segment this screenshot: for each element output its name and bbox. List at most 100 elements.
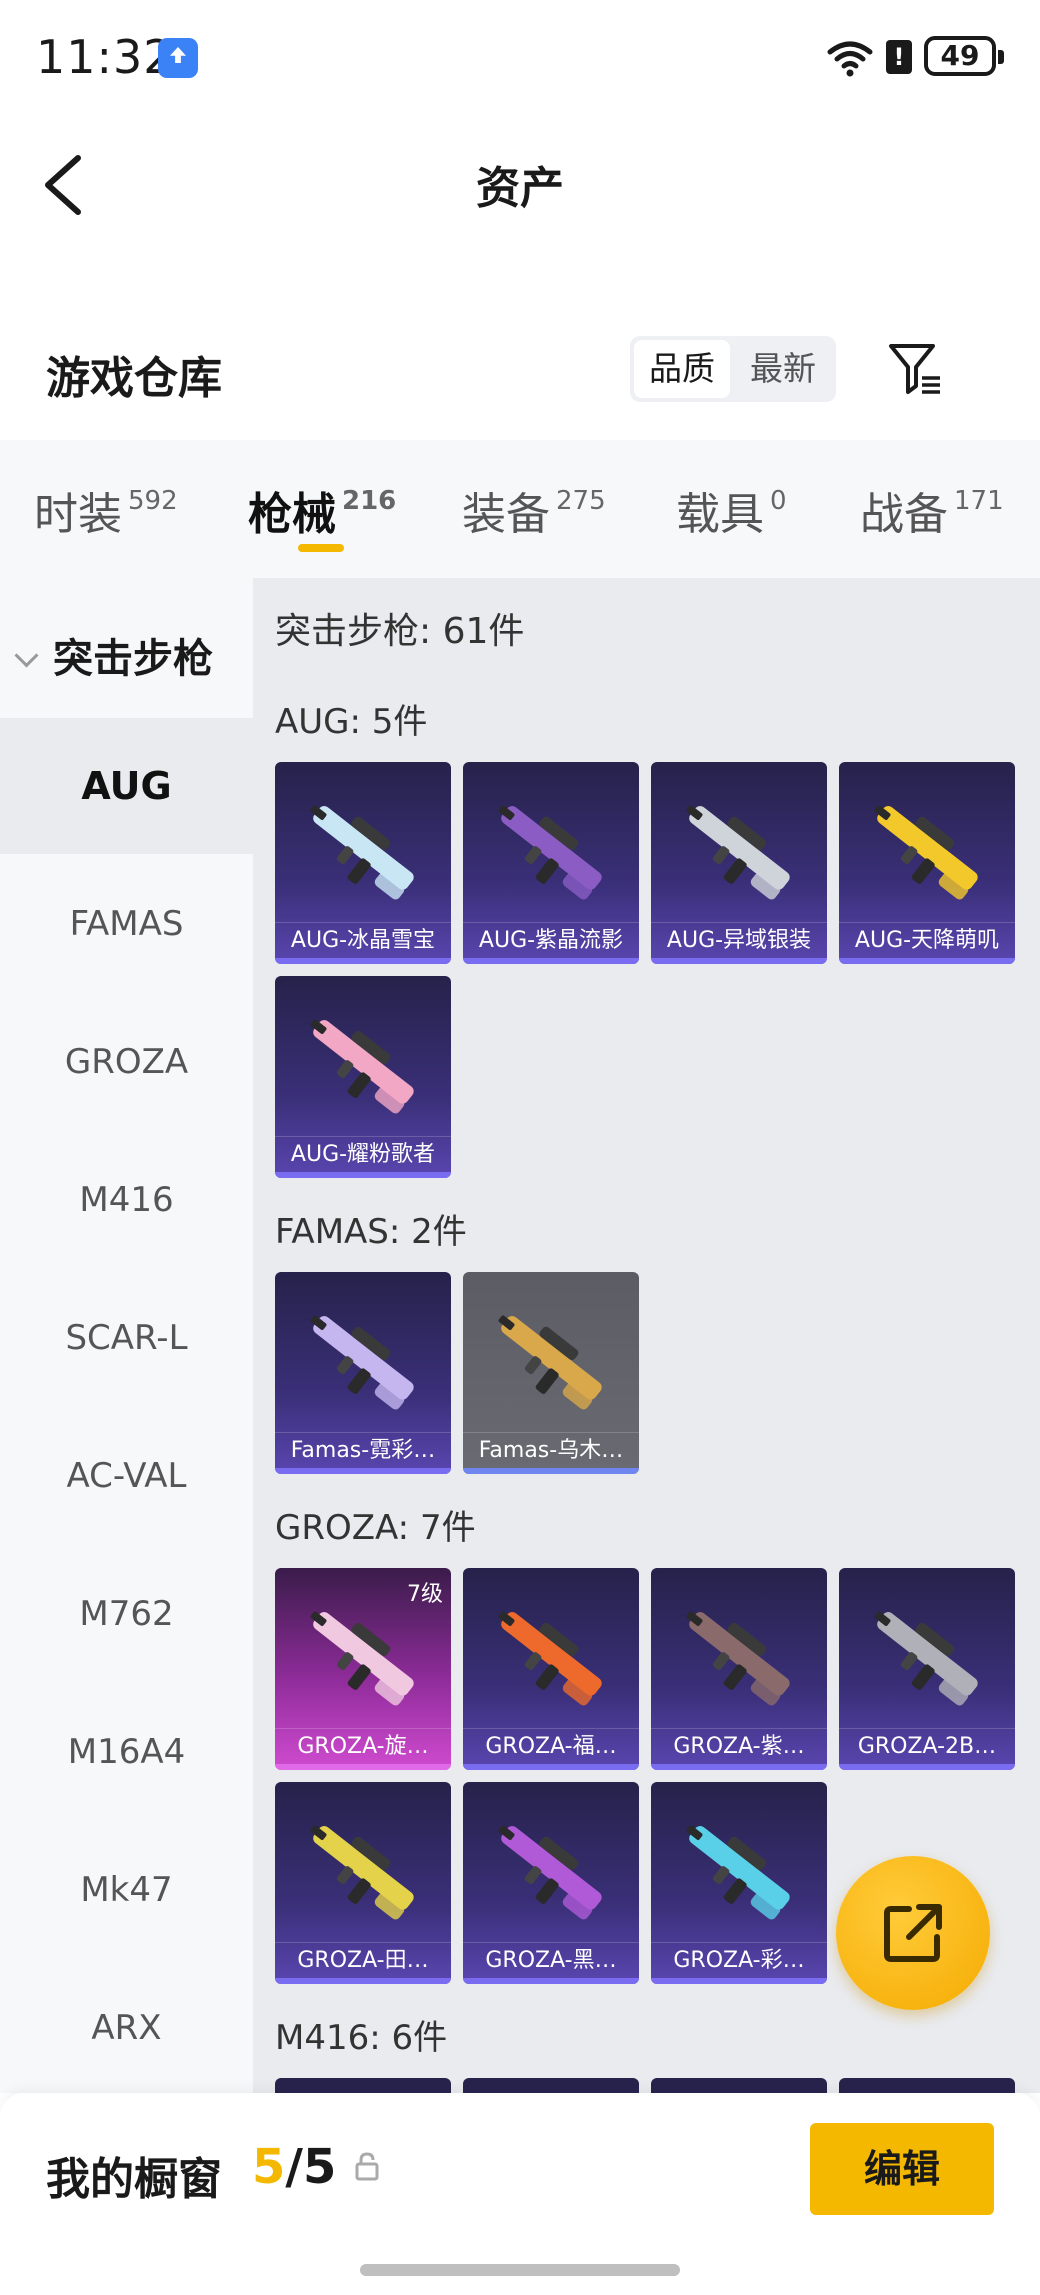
sort-quality-button[interactable]: 品质: [634, 340, 730, 398]
weapon-card-name: AUG-异域银装: [651, 922, 827, 958]
weapon-card[interactable]: AUG-异域银装: [651, 762, 827, 964]
sidebar-item-famas[interactable]: FAMAS: [0, 856, 253, 992]
sidebar-item-ac-val[interactable]: AC-VAL: [0, 1408, 253, 1544]
tab-supplies[interactable]: 战备 171: [860, 478, 1004, 542]
sort-latest-button[interactable]: 最新: [734, 340, 832, 398]
weapon-type-sidebar: 突击步枪 AUG FAMAS GROZA M416 SCAR-L AC-VAL …: [0, 578, 253, 2093]
section-title-groza: GROZA: 7件: [275, 1508, 476, 1548]
rarity-bar: [275, 1764, 451, 1770]
showcase-label: 我的橱窗: [46, 2154, 222, 2205]
sidebar-item-m416[interactable]: M416: [0, 1132, 253, 1268]
weapon-skin-image: [686, 1611, 790, 1706]
rarity-bar: [275, 1172, 451, 1178]
weapon-card[interactable]: Famas-乌木…: [463, 1272, 639, 1474]
weapon-card[interactable]: AUG-紫晶流影: [463, 762, 639, 964]
weapon-card-name: GROZA-2B…: [839, 1728, 1015, 1764]
sidebar-item-scar-l[interactable]: SCAR-L: [0, 1270, 253, 1406]
weapon-card[interactable]: AUG-天降萌叽: [839, 762, 1015, 964]
status-bar: 11:32 49: [0, 0, 1040, 120]
weapon-skin-image: [498, 1825, 602, 1920]
rarity-bar: [839, 958, 1015, 964]
rarity-bar: [463, 1764, 639, 1770]
warehouse-title: 游戏仓库: [46, 353, 222, 404]
tab-guns[interactable]: 枪械 216: [248, 478, 396, 542]
home-indicator: [360, 2264, 680, 2276]
rarity-bar: [651, 1978, 827, 1984]
weapon-card-name: AUG-耀粉歌者: [275, 1136, 451, 1172]
weapon-card-name: AUG-紫晶流影: [463, 922, 639, 958]
weapon-card-name: GROZA-田…: [275, 1942, 451, 1978]
section-title-famas: FAMAS: 2件: [275, 1212, 467, 1252]
filter-icon[interactable]: [888, 342, 942, 396]
level-badge: 7级: [407, 1582, 443, 1607]
rarity-bar: [275, 1978, 451, 1984]
sidebar-item-mk47[interactable]: Mk47: [0, 1822, 253, 1958]
rarity-bar: [651, 958, 827, 964]
weapon-skin-image: [310, 1825, 414, 1920]
weapon-card-name: GROZA-紫…: [651, 1728, 827, 1764]
category-summary: 突击步枪: 61件: [275, 611, 525, 652]
share-external-icon: [884, 1904, 942, 1962]
weapon-skin-image: [874, 1611, 978, 1706]
sidebar-category-header[interactable]: 突击步枪: [14, 626, 213, 684]
weapon-card[interactable]: Famas-霓彩…: [275, 1272, 451, 1474]
active-tab-indicator: [298, 544, 344, 552]
rarity-bar: [275, 958, 451, 964]
weapon-card[interactable]: GROZA-福…: [463, 1568, 639, 1770]
weapon-card[interactable]: GROZA-田…: [275, 1782, 451, 1984]
weapon-skin-image: [686, 1825, 790, 1920]
weapon-skin-image: [498, 1315, 602, 1410]
weapon-skin-image: [498, 1611, 602, 1706]
rarity-bar: [463, 1468, 639, 1474]
weapon-skin-image: [310, 1315, 414, 1410]
weapon-card-name: Famas-霓彩…: [275, 1432, 451, 1468]
wifi-icon: [827, 41, 873, 77]
notification-upload-icon: [158, 38, 198, 78]
sidebar-item-aug[interactable]: AUG: [0, 718, 253, 854]
weapon-skin-image: [686, 805, 790, 900]
chevron-down-icon: [14, 643, 39, 668]
share-fab-button[interactable]: [836, 1856, 990, 2010]
weapon-card[interactable]: [651, 2078, 827, 2093]
weapon-skin-image: [310, 1611, 414, 1706]
weapon-skin-image: [498, 805, 602, 900]
category-tabs: 时装 592 枪械 216 装备 275 载具 0 战备 171: [0, 440, 1040, 578]
weapon-card[interactable]: [839, 2078, 1015, 2093]
rarity-bar: [839, 1764, 1015, 1770]
tab-equipment[interactable]: 装备 275: [462, 478, 606, 542]
weapon-card[interactable]: GROZA-黑…: [463, 1782, 639, 1984]
tab-vehicles[interactable]: 载具 0: [676, 478, 787, 542]
weapon-card[interactable]: 7级 GROZA-旋…: [275, 1568, 451, 1770]
weapon-skin-image: [874, 805, 978, 900]
weapon-card-name: GROZA-福…: [463, 1728, 639, 1764]
sidebar-item-m762[interactable]: M762: [0, 1546, 253, 1682]
weapon-card[interactable]: GROZA-紫…: [651, 1568, 827, 1770]
weapon-card-name: GROZA-彩…: [651, 1942, 827, 1978]
weapon-card[interactable]: [463, 2078, 639, 2093]
rarity-bar: [463, 958, 639, 964]
weapon-card[interactable]: [275, 2078, 451, 2093]
rarity-bar: [463, 1978, 639, 1984]
section-title-aug: AUG: 5件: [275, 702, 428, 742]
lock-icon: [355, 2152, 379, 2181]
edit-button[interactable]: 编辑: [810, 2123, 994, 2215]
sidebar-item-groza[interactable]: GROZA: [0, 994, 253, 1130]
page-title: 资产: [476, 163, 564, 214]
tab-fashion[interactable]: 时装 592: [34, 478, 178, 542]
rarity-bar: [651, 1764, 827, 1770]
sidebar-item-m16a4[interactable]: M16A4: [0, 1684, 253, 1820]
weapon-card[interactable]: AUG-耀粉歌者: [275, 976, 451, 1178]
weapon-card[interactable]: GROZA-2B…: [839, 1568, 1015, 1770]
weapon-card-name: AUG-天降萌叽: [839, 922, 1015, 958]
weapon-card[interactable]: GROZA-彩…: [651, 1782, 827, 1984]
weapon-card[interactable]: AUG-冰晶雪宝: [275, 762, 451, 964]
sidebar-item-arx[interactable]: ARX: [0, 1960, 253, 2096]
showcase-count: 5/5: [252, 2139, 337, 2195]
section-title-m416: M416: 6件: [275, 2018, 448, 2058]
weapon-card-name: GROZA-黑…: [463, 1942, 639, 1978]
weapon-card-name: GROZA-旋…: [275, 1728, 451, 1764]
status-time: 11:32: [36, 30, 174, 84]
weapon-card-name: Famas-乌木…: [463, 1432, 639, 1468]
weapon-skin-image: [310, 805, 414, 900]
sort-toggle: 品质 最新: [630, 336, 836, 402]
